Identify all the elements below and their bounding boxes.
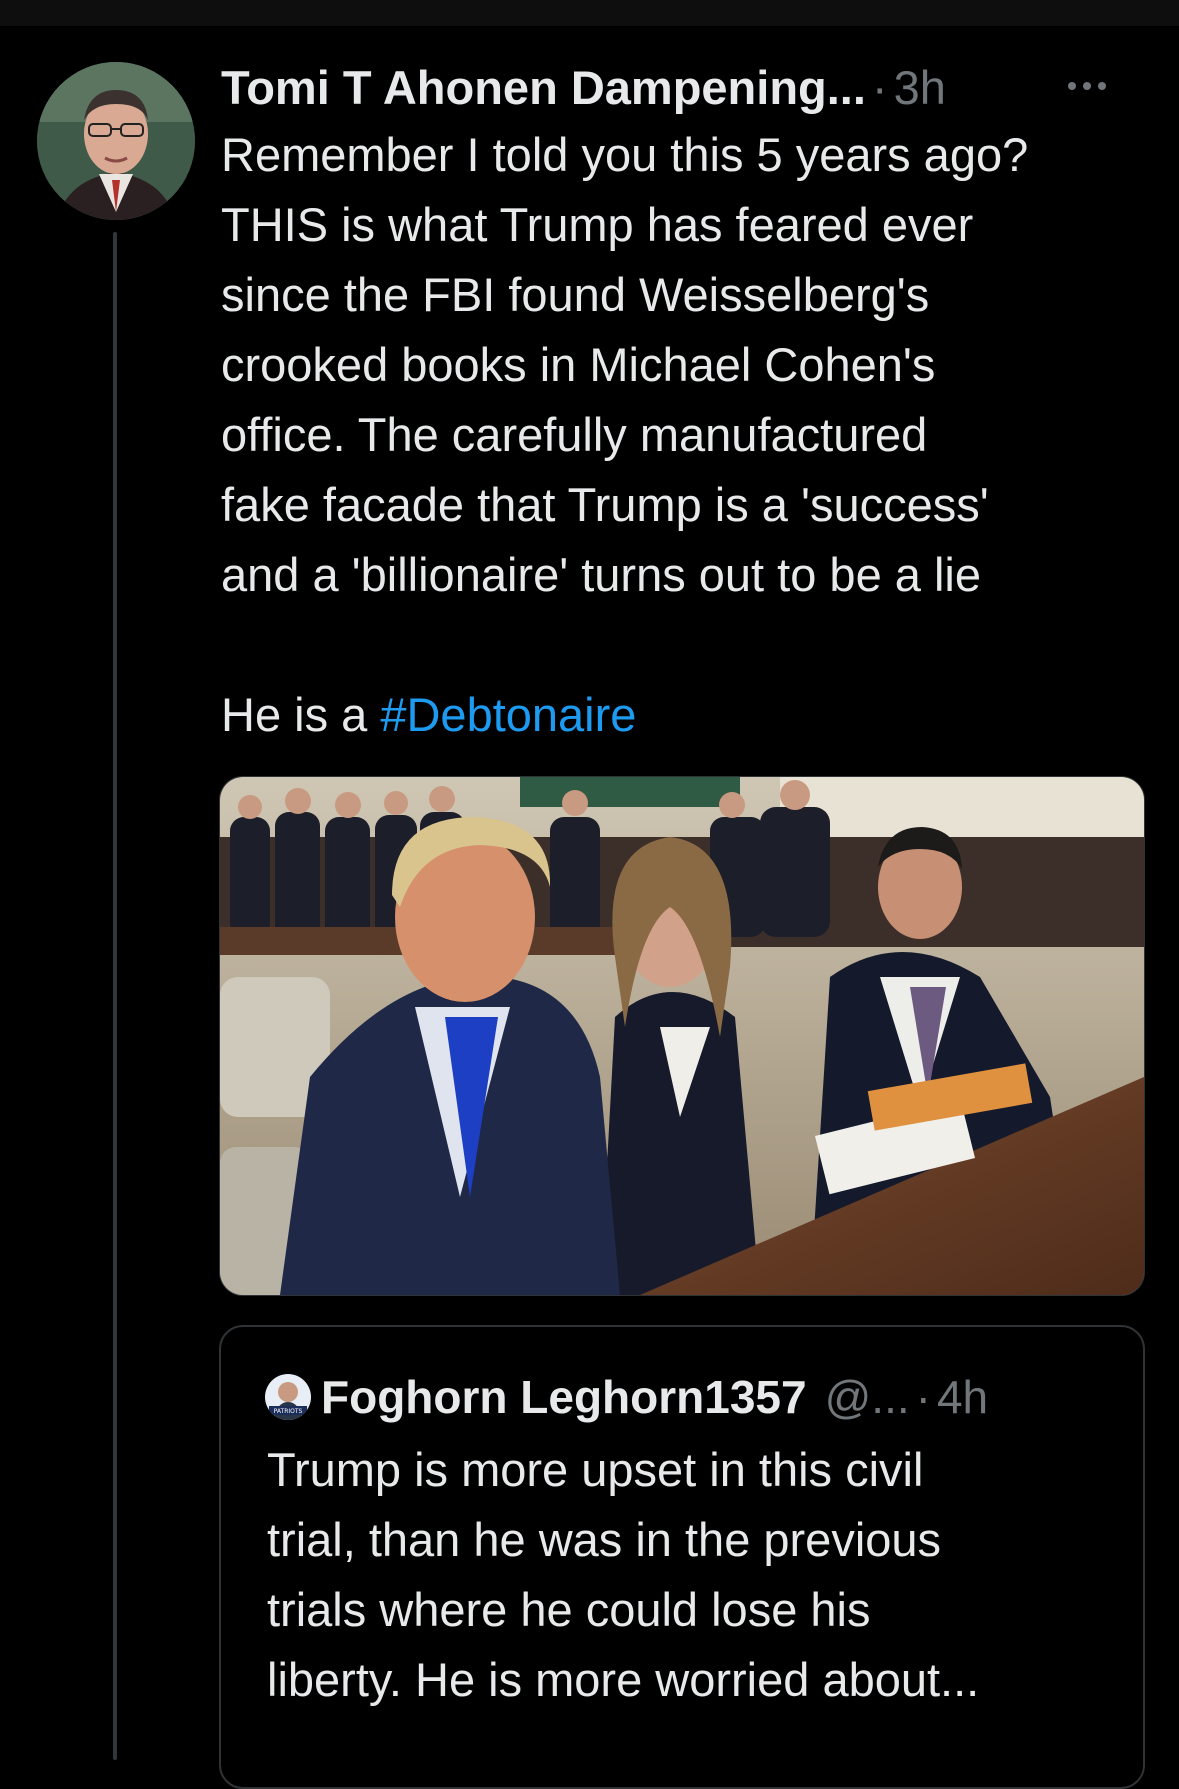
quoted-author-handle[interactable]: @... xyxy=(825,1370,910,1424)
tweet-text-line: since the FBI found Weisselberg's xyxy=(221,268,930,321)
tweet-text-line: crooked books in Michael Cohen's xyxy=(221,338,936,391)
quoted-text-line: trials where he could lose his xyxy=(267,1583,871,1636)
tweet-text-line: THIS is what Trump has feared ever xyxy=(221,198,974,251)
quoted-tweet-header: Foghorn Leghorn1357 @... · 4h xyxy=(321,1365,988,1429)
quoted-tweet-card[interactable]: PATRIOTS Foghorn Leghorn1357 @... · 4h T… xyxy=(219,1325,1145,1789)
status-bar-strip xyxy=(0,0,1179,26)
separator-dot: · xyxy=(915,1371,931,1423)
separator-dot: · xyxy=(871,61,888,114)
quoted-tweet-timestamp[interactable]: 4h xyxy=(937,1370,988,1424)
quoted-text-line: trial, than he was in the previous xyxy=(267,1513,942,1566)
tweet-final-line: He is a #Debtonaire xyxy=(221,680,1161,750)
quoted-tweet-body: Trump is more upset in this civil trial,… xyxy=(267,1435,1127,1715)
tweet-body: Remember I told you this 5 years ago? TH… xyxy=(221,120,1161,750)
quoted-text-line: Trump is more upset in this civil xyxy=(267,1443,924,1496)
author-name[interactable]: Tomi T Ahonen Dampening... xyxy=(221,56,866,120)
tweet-text-fragment: He is a xyxy=(221,688,381,741)
hashtag-link[interactable]: #Debtonaire xyxy=(380,688,636,741)
tweet-header: Tomi T Ahonen Dampening... · 3h xyxy=(221,56,946,120)
quoted-author-name[interactable]: Foghorn Leghorn1357 xyxy=(321,1370,807,1424)
quoted-author-avatar[interactable]: PATRIOTS xyxy=(265,1374,311,1420)
ellipsis-icon[interactable] xyxy=(1062,76,1112,96)
author-avatar[interactable] xyxy=(37,62,195,220)
tweet-image[interactable] xyxy=(219,776,1145,1296)
tweet-text-line: and a 'billionaire' turns out to be a li… xyxy=(221,548,981,601)
quoted-text-line: liberty. He is more worried about... xyxy=(267,1653,980,1706)
thread-connector-line xyxy=(113,232,117,1760)
tweet-text-line: fake facade that Trump is a 'success' xyxy=(221,478,989,531)
tweet-text-line: office. The carefully manufactured xyxy=(221,408,928,461)
tweet-timestamp[interactable]: 3h xyxy=(894,56,946,120)
tweet-text-line: Remember I told you this 5 years ago? xyxy=(221,128,1029,181)
avatar-caption: PATRIOTS xyxy=(274,1408,303,1415)
